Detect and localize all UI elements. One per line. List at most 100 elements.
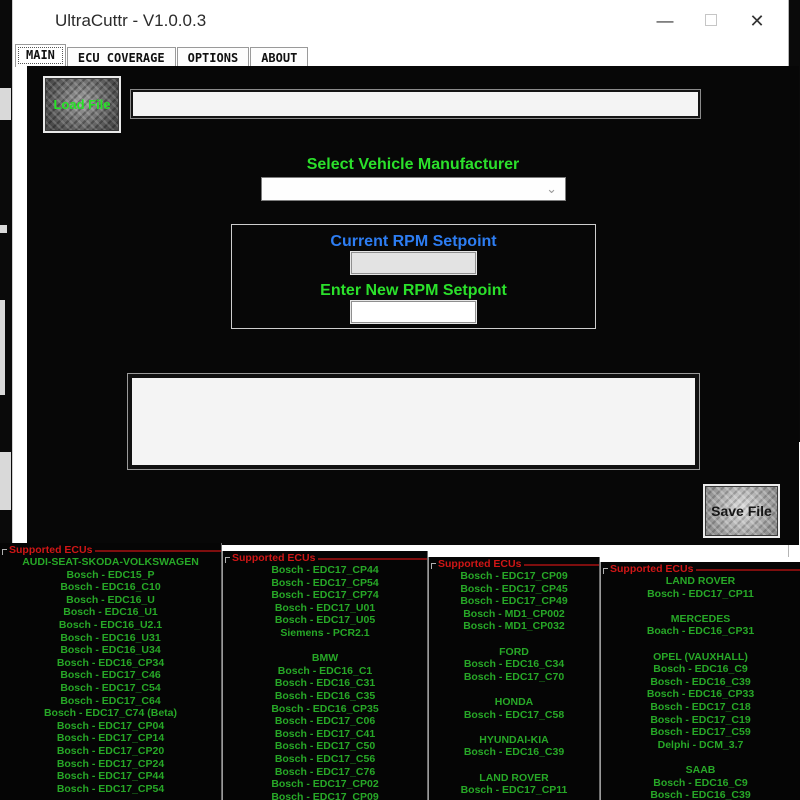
output-textbox[interactable] <box>128 374 699 469</box>
current-rpm-field <box>351 252 476 274</box>
tab-options[interactable]: OPTIONS <box>177 47 250 67</box>
ecu-entry: Boach - EDC16_CP31 <box>601 625 800 638</box>
current-rpm-label: Current RPM Setpoint <box>232 233 595 251</box>
ecu-entry: Siemens - PCR2.1 <box>223 627 427 640</box>
background-window-fragment <box>0 225 7 233</box>
ecu-list-spacer <box>601 600 800 613</box>
supported-ecus-panel-4: Supported ECUs LAND ROVERBosch - EDC17_C… <box>600 562 800 800</box>
save-file-button[interactable]: Save File <box>703 484 780 538</box>
supported-ecus-label: Supported ECUs <box>610 563 693 575</box>
ecu-brand-heading: BMW <box>223 652 427 665</box>
supported-ecus-label: Supported ECUs <box>438 558 521 570</box>
close-icon[interactable]: ✕ <box>734 11 780 32</box>
window-title: UltraCuttr - V1.0.0.3 <box>55 11 206 31</box>
manufacturer-select[interactable]: ⌄ <box>261 177 566 201</box>
rpm-groupbox: Current RPM Setpoint Enter New RPM Setpo… <box>231 224 596 329</box>
groupbox-corner <box>431 563 436 569</box>
supported-ecus-label: Supported ECUs <box>232 552 315 564</box>
ecu-entry: Bosch - EDC16_U1 <box>0 606 221 619</box>
load-file-button[interactable]: Load File <box>43 76 121 133</box>
main-panel: Load File Select Vehicle Manufacturer ⌄ … <box>27 66 799 545</box>
ecu-entry: Bosch - EDC17_CP44 <box>0 770 221 783</box>
ecu-entry: Bosch - EDC17_C19 <box>601 714 800 727</box>
ecu-entry: Bosch - EDC17_C70 <box>429 671 599 684</box>
ecu-entry: Bosch - EDC17_C06 <box>223 715 427 728</box>
chevron-down-icon: ⌄ <box>546 184 557 194</box>
groupbox-border-line <box>95 550 221 552</box>
new-rpm-label: Enter New RPM Setpoint <box>232 282 595 300</box>
ecu-entry: Bosch - EDC16_C10 <box>0 581 221 594</box>
ecu-entry: Bosch - EDC17_CP49 <box>429 595 599 608</box>
ecu-entry: Bosch - EDC17_C64 <box>0 695 221 708</box>
ecu-brand-heading: LAND ROVER <box>601 575 800 588</box>
groupbox-border-line <box>318 558 427 560</box>
ecu-entry: Bosch - EDC17_C41 <box>223 728 427 741</box>
maximize-icon[interactable] <box>688 11 734 31</box>
ecu-brand-heading: SAAB <box>601 764 800 777</box>
window-controls: — ✕ <box>642 0 780 42</box>
ecu-entry: Bosch - EDC16_C39 <box>601 789 800 800</box>
ecu-list-spacer <box>429 683 599 696</box>
ecu-entry: Bosch - EDC16_U <box>0 594 221 607</box>
ecu-entry: Bosch - EDC17_C56 <box>223 753 427 766</box>
ecu-list: LAND ROVERBosch - EDC17_CP11 MERCEDESBoa… <box>601 575 800 800</box>
ecu-entry: Bosch - EDC16_CP35 <box>223 703 427 716</box>
ecu-entry: Bosch - EDC17_CP11 <box>429 784 599 797</box>
ecu-list: Bosch - EDC17_CP44Bosch - EDC17_CP54Bosc… <box>223 564 427 800</box>
ecu-entry: Bosch - EDC16_CP34 <box>0 657 221 670</box>
ecu-entry: Bosch - EDC17_CP20 <box>0 745 221 758</box>
tab-main[interactable]: MAIN <box>15 44 66 67</box>
ecu-entry: Bosch - EDC16_U31 <box>0 632 221 645</box>
ecu-entry: Bosch - EDC17_CP09 <box>429 570 599 583</box>
ecu-entry: Bosch - EDC17_CP14 <box>0 732 221 745</box>
ecu-entry: Bosch - EDC17_CP44 <box>223 564 427 577</box>
ecu-brand-heading: HYUNDAI-KIA <box>429 734 599 747</box>
ecu-entry: Bosch - EDC16_CP33 <box>601 688 800 701</box>
groupbox-header: Supported ECUs <box>429 557 599 570</box>
ecu-entry: Bosch - EDC16_C1 <box>223 665 427 678</box>
background-window-fragment <box>0 88 11 120</box>
ecu-list: AUDI-SEAT-SKODA-VOLKSWAGENBosch - EDC15_… <box>0 556 221 795</box>
ecu-entry: Bosch - EDC17_C46 <box>0 669 221 682</box>
groupbox-header: Supported ECUs <box>0 543 221 556</box>
ecu-entry: Bosch - EDC17_CP09 <box>223 791 427 800</box>
ecu-entry: Bosch - EDC16_C9 <box>601 663 800 676</box>
new-rpm-input[interactable] <box>351 301 476 323</box>
ecu-list-spacer <box>223 640 427 653</box>
ecu-entry: Bosch - EDC16_C9 <box>601 777 800 790</box>
ecu-brand-heading: HONDA <box>429 696 599 709</box>
ecu-list-spacer <box>429 759 599 772</box>
ecu-entry: Bosch - EDC17_C76 <box>223 766 427 779</box>
ecu-entry: Bosch - EDC17_C54 <box>0 682 221 695</box>
tab-about[interactable]: ABOUT <box>250 47 308 67</box>
ecu-list-spacer <box>601 751 800 764</box>
ecu-entry: Bosch - EDC17_C50 <box>223 740 427 753</box>
file-path-input[interactable] <box>131 90 700 118</box>
background-window-edge-left <box>0 0 12 545</box>
ecu-entry: Bosch - EDC17_CP04 <box>0 720 221 733</box>
ecu-entry: Bosch - EDC16_C35 <box>223 690 427 703</box>
app-window: UltraCuttr - V1.0.0.3 — ✕ MAIN ECU COVER… <box>12 0 789 557</box>
groupbox-corner <box>603 568 608 574</box>
ecu-entry: Bosch - EDC17_C18 <box>601 701 800 714</box>
manufacturer-label: Select Vehicle Manufacturer <box>213 156 613 174</box>
groupbox-corner <box>225 557 230 563</box>
ecu-brand-heading: OPEL (VAUXHALL) <box>601 651 800 664</box>
ecu-entry: Bosch - EDC17_CP54 <box>223 577 427 590</box>
maximize-glyph <box>705 14 717 26</box>
ecu-entry: Bosch - EDC17_C74 (Beta) <box>0 707 221 720</box>
ecu-entry: Bosch - EDC17_CP74 <box>223 589 427 602</box>
tab-ecu-coverage[interactable]: ECU COVERAGE <box>67 47 176 67</box>
tabstrip: MAIN ECU COVERAGE OPTIONS ABOUT <box>15 44 309 67</box>
groupbox-border-line <box>696 569 800 571</box>
ecu-entry: Bosch - EDC17_CP11 <box>601 588 800 601</box>
ecu-list: Bosch - EDC17_CP09Bosch - EDC17_CP45Bosc… <box>429 570 599 797</box>
minimize-icon[interactable]: — <box>642 11 688 31</box>
groupbox-corner <box>2 549 7 555</box>
titlebar: UltraCuttr - V1.0.0.3 — ✕ <box>13 0 788 42</box>
ecu-brand-heading: MERCEDES <box>601 613 800 626</box>
ecu-entry: Bosch - MD1_CP002 <box>429 608 599 621</box>
ecu-entry: Bosch - EDC16_U34 <box>0 644 221 657</box>
ecu-entry: Bosch - EDC17_CP45 <box>429 583 599 596</box>
background-window-fragment <box>0 300 5 395</box>
